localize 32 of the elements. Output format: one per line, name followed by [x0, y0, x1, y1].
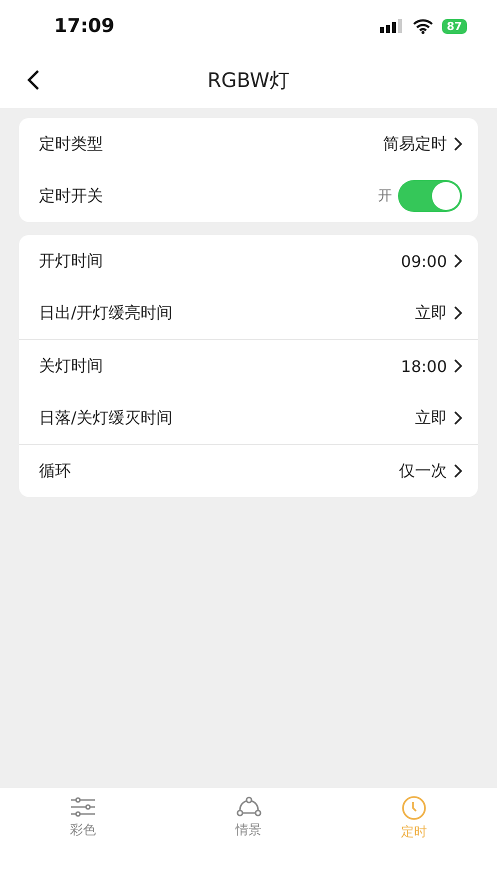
row-value[interactable]: 仅一次 — [399, 460, 447, 482]
chevron-icon — [453, 359, 462, 373]
clock-icon — [401, 796, 428, 820]
row-value[interactable]: 立即 — [415, 302, 447, 324]
sliders-icon — [70, 796, 96, 818]
status-time: 17:09 — [54, 15, 114, 37]
nodes-icon — [236, 796, 262, 818]
row-value[interactable]: 18:00 — [400, 356, 447, 376]
tab-item[interactable]: 彩色 — [0, 796, 166, 839]
chevron-icon — [453, 254, 462, 268]
page-title: RGBW灯 — [207, 66, 290, 94]
row-label: 开灯时间 — [39, 250, 103, 272]
signal-icon — [380, 19, 404, 33]
row-label: 日落/关灯缓灭时间 — [39, 408, 172, 428]
row-label: 定时类型 — [39, 134, 103, 154]
row-label: 循环 — [39, 460, 71, 482]
row-label: 日出/开灯缓亮时间 — [39, 302, 172, 324]
chevron-icon — [453, 464, 462, 478]
chevron-icon — [453, 137, 462, 151]
tab-item[interactable]: 情景 — [166, 796, 332, 839]
back-icon[interactable] — [26, 69, 40, 91]
row-value[interactable]: 立即 — [415, 408, 447, 428]
row-value[interactable]: 09:00 — [400, 252, 447, 270]
chevron-icon — [453, 306, 462, 320]
toggle-switch[interactable] — [398, 180, 462, 212]
chevron-icon — [453, 411, 462, 425]
row-label: 关灯时间 — [39, 356, 103, 376]
battery-level: 87 — [442, 18, 467, 34]
wifi-icon — [412, 18, 433, 34]
row-label: 定时开关 — [39, 186, 103, 206]
row-value[interactable]: 简易定时 — [383, 134, 447, 154]
switch-label: 开 — [378, 187, 392, 205]
